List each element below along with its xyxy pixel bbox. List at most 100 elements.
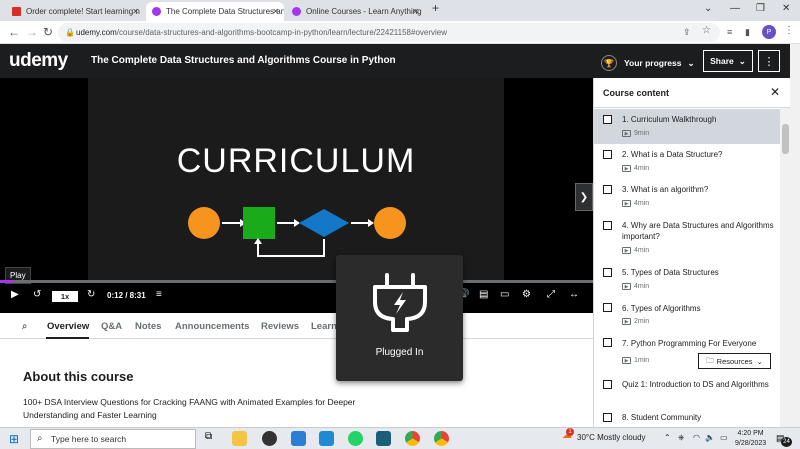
tab-search-icon[interactable]: ⌄ [704, 3, 712, 14]
power-status-label: Plugged In [375, 347, 424, 358]
taskbar-search-box[interactable]: ⌕ Type here to search [30, 429, 196, 449]
course-title[interactable]: The Complete Data Structures and Algorit… [91, 55, 396, 66]
close-tab-icon[interactable]: ✕ [272, 7, 279, 16]
lecture-item[interactable]: 7. Python Programming For Everyone ▶ 1min… [594, 331, 780, 373]
weather-text[interactable]: 30°C Mostly cloudy [577, 433, 646, 442]
lecture-duration: ▶ 4min [622, 247, 649, 254]
expand-icon[interactable]: ↔ [569, 289, 579, 300]
quiz-item[interactable]: Quiz 1: Introduction to DS and Algorithm… [594, 373, 780, 406]
flow-arrowhead [368, 219, 374, 227]
complete-checkbox[interactable] [603, 150, 612, 159]
reading-list-icon[interactable]: ≡ [727, 27, 732, 37]
lecture-duration: ▶ 1min [622, 357, 649, 364]
share-button[interactable]: Share ⌄ [703, 50, 753, 72]
back-icon[interactable]: ← [8, 25, 20, 39]
task-view-icon[interactable]: ⧉ [205, 431, 220, 446]
your-progress-button[interactable]: 🏆 Your progress ⌄ [601, 55, 695, 71]
complete-checkbox[interactable] [603, 380, 612, 389]
new-tab-button[interactable]: + [432, 1, 439, 15]
network-icon[interactable]: ⎈ [678, 433, 684, 443]
video-player[interactable]: CURRICULUM ❯ Play ▶ ↺ 1x ↻ 0:12 / 8:31 ≡… [0, 78, 593, 313]
complete-checkbox[interactable] [603, 185, 612, 194]
browser-tab-udemy-home[interactable]: Online Courses - Learn Anything ✕ [286, 2, 424, 21]
close-window-icon[interactable]: ✕ [782, 3, 790, 14]
notification-count: 24 [781, 437, 792, 447]
browser-tab-udemy-course[interactable]: The Complete Data Structures an ✕ [146, 2, 284, 21]
lecture-item[interactable]: 2. What is a Data Structure? ▶ 4min [594, 144, 780, 179]
rewind-icon[interactable]: ↺ [33, 289, 41, 300]
resources-dropdown[interactable]: 🗀 Resources ⌄ [698, 353, 771, 369]
more-options-button[interactable]: ⋮ [758, 50, 780, 72]
complete-checkbox[interactable] [603, 303, 612, 312]
show-hidden-icons[interactable]: ⌃ [664, 433, 671, 442]
tab-qa[interactable]: Q&A [101, 321, 122, 332]
next-lecture-button[interactable]: ❯ [575, 183, 593, 211]
restore-icon[interactable]: ❐ [756, 3, 765, 14]
complete-checkbox[interactable] [603, 268, 612, 277]
playback-speed-button[interactable]: 1x [52, 291, 78, 302]
side-panel-icon[interactable]: ▮ [745, 27, 750, 38]
battery-icon[interactable]: ▭ [720, 433, 728, 442]
fullscreen-icon[interactable]: ⤢ [547, 289, 555, 300]
complete-checkbox[interactable] [603, 413, 612, 422]
chrome-icon[interactable] [434, 431, 449, 446]
video-icon: ▶ [622, 318, 631, 325]
system-clock[interactable]: 4:20 PM 9/28/2023 [735, 429, 766, 449]
play-icon[interactable]: ▶ [11, 289, 19, 300]
app-icon[interactable] [376, 431, 391, 446]
forward-icon[interactable]: ↻ [87, 289, 95, 300]
tab-notes[interactable]: Notes [135, 321, 161, 332]
tab-announcements[interactable]: Announcements [175, 321, 249, 332]
volume-icon[interactable]: 🔈 [705, 433, 715, 442]
duration-text: 4min [634, 165, 650, 172]
settings-gear-icon[interactable]: ⚙ [522, 289, 531, 300]
close-tab-icon[interactable]: ✕ [412, 7, 419, 16]
udemy-favicon-icon [292, 7, 301, 16]
forward-icon[interactable]: → [26, 25, 38, 39]
complete-checkbox[interactable] [603, 338, 612, 347]
lecture-item[interactable]: 4. Why are Data Structures and Algorithm… [594, 214, 780, 261]
tab-overview[interactable]: Overview [47, 321, 89, 332]
transcript-icon[interactable]: ▤ [479, 289, 488, 300]
add-note-icon[interactable]: ≡ [156, 289, 162, 300]
complete-checkbox[interactable] [603, 221, 612, 230]
duration-text: 1min [634, 357, 650, 364]
lecture-duration: ▶ 4min [622, 200, 649, 207]
lecture-title: 3. What is an algorithm? [622, 185, 709, 194]
video-progress-bar[interactable] [0, 280, 593, 283]
tab-reviews[interactable]: Reviews [261, 321, 299, 332]
file-explorer-icon[interactable] [232, 431, 247, 446]
wifi-icon[interactable]: ◠ [693, 433, 700, 442]
browser-menu-icon[interactable]: ⋮ [784, 25, 794, 36]
lecture-item[interactable]: 1. Curriculum Walkthrough ▶ 9min [594, 109, 780, 144]
lecture-item[interactable]: 6. Types of Algorithms ▶ 2min [594, 296, 780, 331]
lecture-item[interactable]: 5. Types of Data Structures ▶ 4min [594, 261, 780, 296]
whatsapp-icon[interactable] [348, 431, 363, 446]
about-description: 100+ DSA Interview Questions for Crackin… [23, 397, 356, 420]
sidebar-header: Course content ✕ [594, 78, 800, 108]
share-page-icon[interactable]: ⇪ [683, 27, 691, 38]
windows-start-icon[interactable]: ⊞ [9, 432, 19, 446]
url-field[interactable]: 🔒 udemy.com/course/data-structures-and-a… [58, 23, 720, 42]
minimize-icon[interactable]: — [730, 3, 740, 14]
profile-avatar[interactable]: P [762, 25, 776, 39]
udemy-logo[interactable]: udemy [9, 50, 68, 72]
complete-checkbox[interactable] [603, 115, 612, 124]
chrome-icon[interactable] [405, 431, 420, 446]
duration-text: 4min [634, 247, 650, 254]
bookmark-star-icon[interactable]: ☆ [702, 25, 711, 36]
lecture-item[interactable]: 8. Student Community [594, 406, 780, 427]
close-icon[interactable]: ✕ [770, 85, 780, 99]
reload-icon[interactable]: ↻ [43, 25, 53, 39]
vscode-icon[interactable] [319, 431, 334, 446]
search-icon[interactable]: ⌕ [22, 321, 27, 332]
lecture-item[interactable]: 3. What is an algorithm? ▶ 4min [594, 179, 780, 214]
photos-icon[interactable] [291, 431, 306, 446]
close-tab-icon[interactable]: ✕ [132, 7, 139, 16]
sidebar-scrollbar-thumb[interactable] [782, 124, 789, 154]
captions-icon[interactable]: ▭ [500, 289, 509, 300]
page-scrollbar[interactable] [790, 44, 800, 427]
browser-tab-gmail[interactable]: Order complete! Start learning n ✕ [6, 2, 144, 21]
video-controls: ▶ ↺ 1x ↻ 0:12 / 8:31 ≡ 🔊 ▤ ▭ ⚙ ⤢ ↔ [0, 286, 593, 308]
app-icon[interactable] [262, 431, 277, 446]
